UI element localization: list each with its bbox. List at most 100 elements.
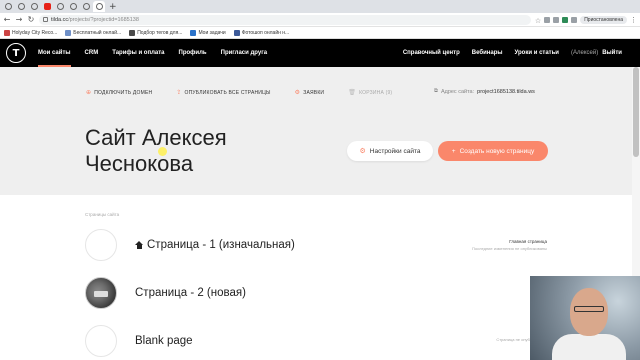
tab-favicon-icon — [17, 3, 25, 10]
bookmark-label: Подбор тегов для... — [137, 29, 183, 36]
bookmark-favicon-icon — [129, 29, 136, 36]
extension-icon[interactable] — [553, 16, 560, 23]
nav-invite-friend[interactable]: Пригласи друга — [221, 39, 267, 67]
bookmark-item[interactable]: Фотошоп онлайн н... — [233, 29, 290, 36]
new-tab-icon[interactable]: + — [109, 2, 117, 12]
create-page-button[interactable]: + Создать новую страницу — [438, 141, 548, 161]
plus-icon: + — [451, 147, 456, 155]
browser-tab[interactable] — [67, 1, 79, 12]
bookmark-item[interactable]: Подбор тегов для... — [129, 29, 183, 36]
nav-help-center[interactable]: Справочный центр — [403, 39, 460, 67]
page-row[interactable]: Blank page Страница не опубликована — [85, 319, 555, 360]
page-thumbnail[interactable] — [85, 277, 117, 309]
project-header: ⊕ ПОДКЛЮЧИТЬ ДОМЕН ⇪ ОПУБЛИКОВАТЬ ВСЕ СТРА… — [0, 67, 640, 197]
bookmark-item[interactable]: Мои задачи — [190, 29, 226, 36]
bookmark-label: Бесплатный онлай... — [73, 29, 122, 36]
site-settings-label: Настройки сайта — [369, 147, 421, 155]
settings-gear-icon: ⚙ — [359, 147, 366, 155]
browser-tab[interactable] — [80, 1, 92, 12]
presenter-glasses — [574, 306, 604, 312]
bookmark-star-icon[interactable]: ☆ — [535, 17, 541, 25]
create-page-label: Создать новую страницу — [459, 147, 535, 155]
nav-lessons[interactable]: Уроки и статьи — [515, 39, 559, 67]
extension-icon[interactable] — [562, 16, 569, 23]
menu-dots-icon[interactable]: ⋮ — [630, 16, 637, 24]
address-bar: ← → ↻ tilda.cc/projects/?projectid=16851… — [0, 13, 640, 27]
tab-favicon-icon — [30, 3, 38, 10]
lock-icon — [43, 17, 48, 22]
pages-section-label: Страницы сайта — [85, 212, 120, 217]
site-title: Сайт Алексея Чеснокова — [85, 125, 285, 177]
bookmark-label: Мои задачи — [198, 29, 226, 36]
link-icon: ⧉ — [434, 88, 438, 94]
page-meta: Главная страница Последние изменения не … — [472, 239, 547, 251]
browser-tab[interactable] — [54, 1, 66, 12]
page-row[interactable]: Страница - 2 (новая) — [85, 271, 555, 315]
nav-crm[interactable]: CRM — [85, 39, 99, 67]
url-input[interactable]: tilda.cc/projects/?projectid=1685138 — [39, 14, 531, 25]
page-title[interactable]: Страница - 2 (новая) — [135, 287, 246, 299]
nav-logout[interactable]: Выйти — [602, 39, 622, 67]
browser-tab[interactable] — [15, 1, 27, 12]
tab-strip: + — [0, 0, 640, 13]
page-thumbnail[interactable] — [85, 325, 117, 357]
domain-icon: ⊕ — [86, 89, 92, 96]
bookmark-item[interactable]: Бесплатный онлай... — [65, 29, 122, 36]
tab-favicon-icon — [69, 3, 77, 10]
bookmarks-bar: Holyday City Reco... Бесплатный онлай...… — [0, 27, 640, 39]
publish-all-link[interactable]: ⇪ ОПУБЛИКОВАТЬ ВСЕ СТРАНИЦЫ — [176, 89, 270, 96]
site-address: ⧉ Адрес сайта: project1685138.tilda.ws — [434, 88, 535, 95]
presenter-head — [570, 288, 608, 336]
browser-tab[interactable] — [2, 1, 14, 12]
trash-icon: 🗑 — [348, 89, 357, 96]
nav-user-name: (Алексей) — [571, 50, 599, 56]
browser-window: + ← → ↻ tilda.cc/projects/?projectid=168… — [0, 0, 640, 360]
tilda-logo[interactable]: T — [6, 43, 26, 63]
publish-icon: ⇪ — [176, 89, 182, 96]
browser-tab[interactable] — [41, 1, 53, 12]
bookmark-favicon-icon — [233, 29, 240, 36]
url-path: /projects/?projectid=1685138 — [68, 16, 139, 23]
extension-icon[interactable] — [544, 16, 551, 23]
site-address-value[interactable]: project1685138.tilda.ws — [477, 89, 535, 95]
browser-tab-active[interactable] — [93, 1, 105, 12]
page-row[interactable]: Страница - 1 (изначальная) Главная стран… — [85, 223, 555, 267]
page-title[interactable]: Страница - 1 (изначальная) — [135, 239, 295, 251]
url-host: tilda.cc — [51, 16, 69, 23]
nav-pricing[interactable]: Тарифы и оплата — [112, 39, 164, 67]
forward-icon[interactable]: → — [15, 15, 23, 24]
action-label: ЗАЯВКИ — [303, 89, 325, 96]
profile-paused-badge[interactable]: Приостановлена — [580, 15, 627, 24]
bookmark-item[interactable]: Holyday City Reco... — [4, 29, 58, 36]
trash-link[interactable]: 🗑 КОРЗИНА (9) — [348, 89, 392, 96]
page-title-text: Страница - 1 (изначальная) — [147, 239, 295, 251]
extension-icon[interactable] — [571, 16, 578, 23]
bookmark-favicon-icon — [4, 29, 10, 36]
nav-my-sites[interactable]: Мои сайты — [38, 39, 71, 67]
page-title-text: Blank page — [135, 335, 193, 347]
nav-right: Справочный центр Вебинары Уроки и статьи… — [403, 39, 634, 67]
page-title[interactable]: Blank page — [135, 335, 193, 347]
tilda-favicon-icon — [95, 3, 103, 10]
presenter-shirt — [552, 334, 626, 360]
extension-icons: ☆ Приостановлена ⋮ — [535, 15, 637, 25]
nav-webinars[interactable]: Вебинары — [472, 39, 503, 67]
connect-domain-link[interactable]: ⊕ ПОДКЛЮЧИТЬ ДОМЕН — [86, 89, 152, 96]
browser-tab[interactable] — [28, 1, 40, 12]
site-settings-button[interactable]: ⚙ Настройки сайта — [347, 141, 433, 161]
action-label: ПОДКЛЮЧИТЬ ДОМЕН — [94, 89, 153, 96]
scrollbar-thumb[interactable] — [633, 67, 639, 157]
tab-favicon-icon — [4, 3, 12, 10]
page-status: Главная страница — [509, 239, 547, 244]
leads-link[interactable]: ⚙ ЗАЯВКИ — [295, 89, 325, 96]
page-thumbnail[interactable] — [85, 229, 117, 261]
leads-icon: ⚙ — [294, 89, 301, 96]
reload-icon[interactable]: ↻ — [27, 15, 35, 24]
mouse-cursor-highlight — [158, 147, 167, 156]
bookmark-label: Фотошоп онлайн н... — [241, 29, 290, 36]
nav-profile[interactable]: Профиль — [179, 39, 207, 67]
site-address-label: Адрес сайта: — [440, 88, 475, 95]
bookmark-favicon-icon — [65, 29, 72, 36]
bookmark-label: Holyday City Reco... — [12, 29, 58, 36]
back-icon[interactable]: ← — [3, 15, 11, 24]
